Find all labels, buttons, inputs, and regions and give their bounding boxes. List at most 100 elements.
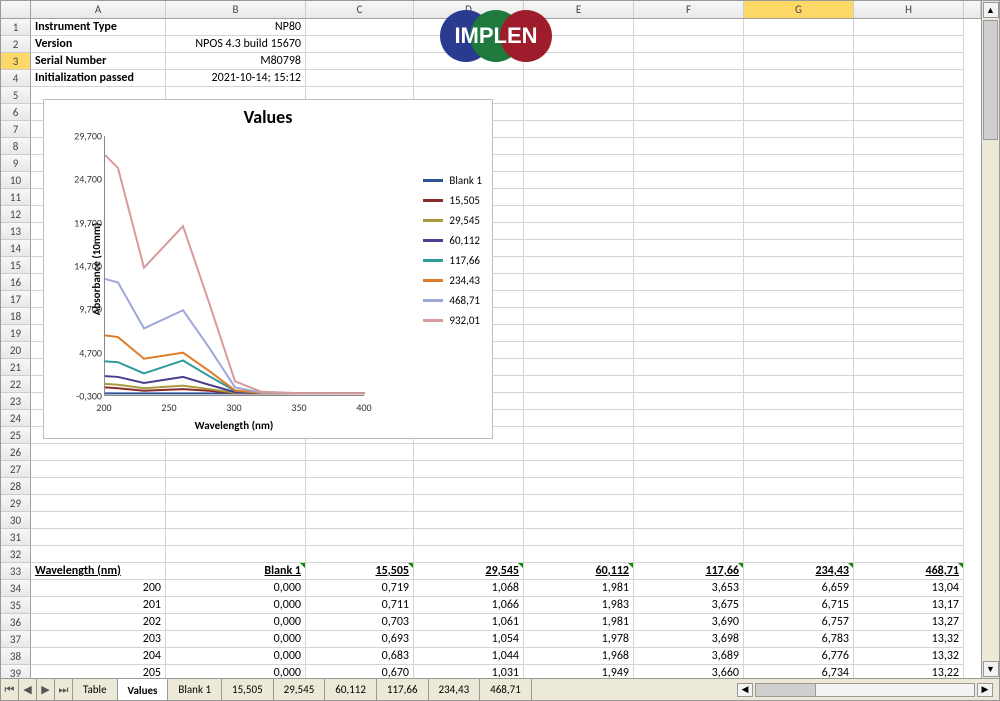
tab-last-button[interactable]: ⏭ — [55, 679, 73, 700]
cell-E8[interactable] — [524, 138, 634, 155]
cell-G27[interactable] — [744, 461, 854, 478]
cell-H24[interactable] — [854, 410, 964, 427]
column-header-C[interactable]: C — [306, 1, 414, 18]
cell-F37[interactable]: 3,698 — [634, 631, 744, 648]
cell-C29[interactable] — [306, 495, 414, 512]
cell-B3[interactable]: M80798 — [166, 53, 306, 70]
cell-E33[interactable]: 60,112 — [524, 563, 634, 580]
cell-G20[interactable] — [744, 342, 854, 359]
cell-C1[interactable] — [306, 19, 414, 36]
cell-D31[interactable] — [414, 529, 524, 546]
cell-F26[interactable] — [634, 444, 744, 461]
cell-E20[interactable] — [524, 342, 634, 359]
cell-E21[interactable] — [524, 359, 634, 376]
cell-F31[interactable] — [634, 529, 744, 546]
cell-G25[interactable] — [744, 427, 854, 444]
cell-F23[interactable] — [634, 393, 744, 410]
cell-G23[interactable] — [744, 393, 854, 410]
cell-E14[interactable] — [524, 240, 634, 257]
row-header-34[interactable]: 34 — [1, 580, 31, 597]
cell-F4[interactable] — [634, 70, 744, 87]
row-header-10[interactable]: 10 — [1, 172, 31, 189]
tab-first-button[interactable]: ⏮ — [1, 679, 19, 700]
cell-G13[interactable] — [744, 223, 854, 240]
cell-A31[interactable] — [31, 529, 166, 546]
cell-E11[interactable] — [524, 189, 634, 206]
sheet-tab-Table[interactable]: Table — [73, 679, 118, 700]
scroll-down-button[interactable]: ▼ — [983, 661, 999, 677]
cell-B28[interactable] — [166, 478, 306, 495]
sheet-tab-117-66[interactable]: 117,66 — [377, 679, 429, 700]
row-header-17[interactable]: 17 — [1, 291, 31, 308]
cell-H30[interactable] — [854, 512, 964, 529]
cell-B37[interactable]: 0,000 — [166, 631, 306, 648]
cell-H21[interactable] — [854, 359, 964, 376]
cell-F14[interactable] — [634, 240, 744, 257]
cell-E23[interactable] — [524, 393, 634, 410]
cell-F6[interactable] — [634, 104, 744, 121]
cell-H36[interactable]: 13,27 — [854, 614, 964, 631]
cell-C27[interactable] — [306, 461, 414, 478]
cell-E7[interactable] — [524, 121, 634, 138]
cell-G18[interactable] — [744, 308, 854, 325]
tab-prev-button[interactable]: ◀ — [19, 679, 37, 700]
row-header-1[interactable]: 1 — [1, 19, 31, 36]
cell-G15[interactable] — [744, 257, 854, 274]
cell-E13[interactable] — [524, 223, 634, 240]
cell-G28[interactable] — [744, 478, 854, 495]
cell-H34[interactable]: 13,04 — [854, 580, 964, 597]
cell-G22[interactable] — [744, 376, 854, 393]
cell-G6[interactable] — [744, 104, 854, 121]
cell-G38[interactable]: 6,776 — [744, 648, 854, 665]
cell-A32[interactable] — [31, 546, 166, 563]
cell-A4[interactable]: Initialization passed — [31, 70, 166, 87]
cell-F38[interactable]: 3,689 — [634, 648, 744, 665]
cell-G4[interactable] — [744, 70, 854, 87]
cell-D29[interactable] — [414, 495, 524, 512]
cell-G33[interactable]: 234,43 — [744, 563, 854, 580]
row-header-23[interactable]: 23 — [1, 393, 31, 410]
cell-A26[interactable] — [31, 444, 166, 461]
cell-H5[interactable] — [854, 87, 964, 104]
cell-F7[interactable] — [634, 121, 744, 138]
cell-H39[interactable]: 13,22 — [854, 665, 964, 678]
cell-C38[interactable]: 0,683 — [306, 648, 414, 665]
row-header-28[interactable]: 28 — [1, 478, 31, 495]
row-header-21[interactable]: 21 — [1, 359, 31, 376]
sheet-tab-15-505[interactable]: 15,505 — [222, 679, 274, 700]
cell-D37[interactable]: 1,054 — [414, 631, 524, 648]
cell-C35[interactable]: 0,711 — [306, 597, 414, 614]
row-header-35[interactable]: 35 — [1, 597, 31, 614]
cell-H15[interactable] — [854, 257, 964, 274]
cell-F28[interactable] — [634, 478, 744, 495]
sheet-tab-Values[interactable]: Values — [118, 679, 169, 700]
row-header-36[interactable]: 36 — [1, 614, 31, 631]
cell-C4[interactable] — [306, 70, 414, 87]
cell-D32[interactable] — [414, 546, 524, 563]
row-header-7[interactable]: 7 — [1, 121, 31, 138]
cell-D26[interactable] — [414, 444, 524, 461]
cell-C34[interactable]: 0,719 — [306, 580, 414, 597]
row-header-12[interactable]: 12 — [1, 206, 31, 223]
cell-A29[interactable] — [31, 495, 166, 512]
cell-B39[interactable]: 0,000 — [166, 665, 306, 678]
cell-F30[interactable] — [634, 512, 744, 529]
sheet-tab-234-43[interactable]: 234,43 — [429, 679, 481, 700]
cell-C37[interactable]: 0,693 — [306, 631, 414, 648]
tab-next-button[interactable]: ▶ — [37, 679, 55, 700]
row-header-32[interactable]: 32 — [1, 546, 31, 563]
cell-E6[interactable] — [524, 104, 634, 121]
cell-H9[interactable] — [854, 155, 964, 172]
cell-G10[interactable] — [744, 172, 854, 189]
cell-F16[interactable] — [634, 274, 744, 291]
cell-D28[interactable] — [414, 478, 524, 495]
cell-E16[interactable] — [524, 274, 634, 291]
row-header-26[interactable]: 26 — [1, 444, 31, 461]
row-header-3[interactable]: 3 — [1, 53, 31, 70]
cell-F11[interactable] — [634, 189, 744, 206]
row-header-18[interactable]: 18 — [1, 308, 31, 325]
cell-H38[interactable]: 13,32 — [854, 648, 964, 665]
cell-G11[interactable] — [744, 189, 854, 206]
row-header-31[interactable]: 31 — [1, 529, 31, 546]
cell-B33[interactable]: Blank 1 — [166, 563, 306, 580]
